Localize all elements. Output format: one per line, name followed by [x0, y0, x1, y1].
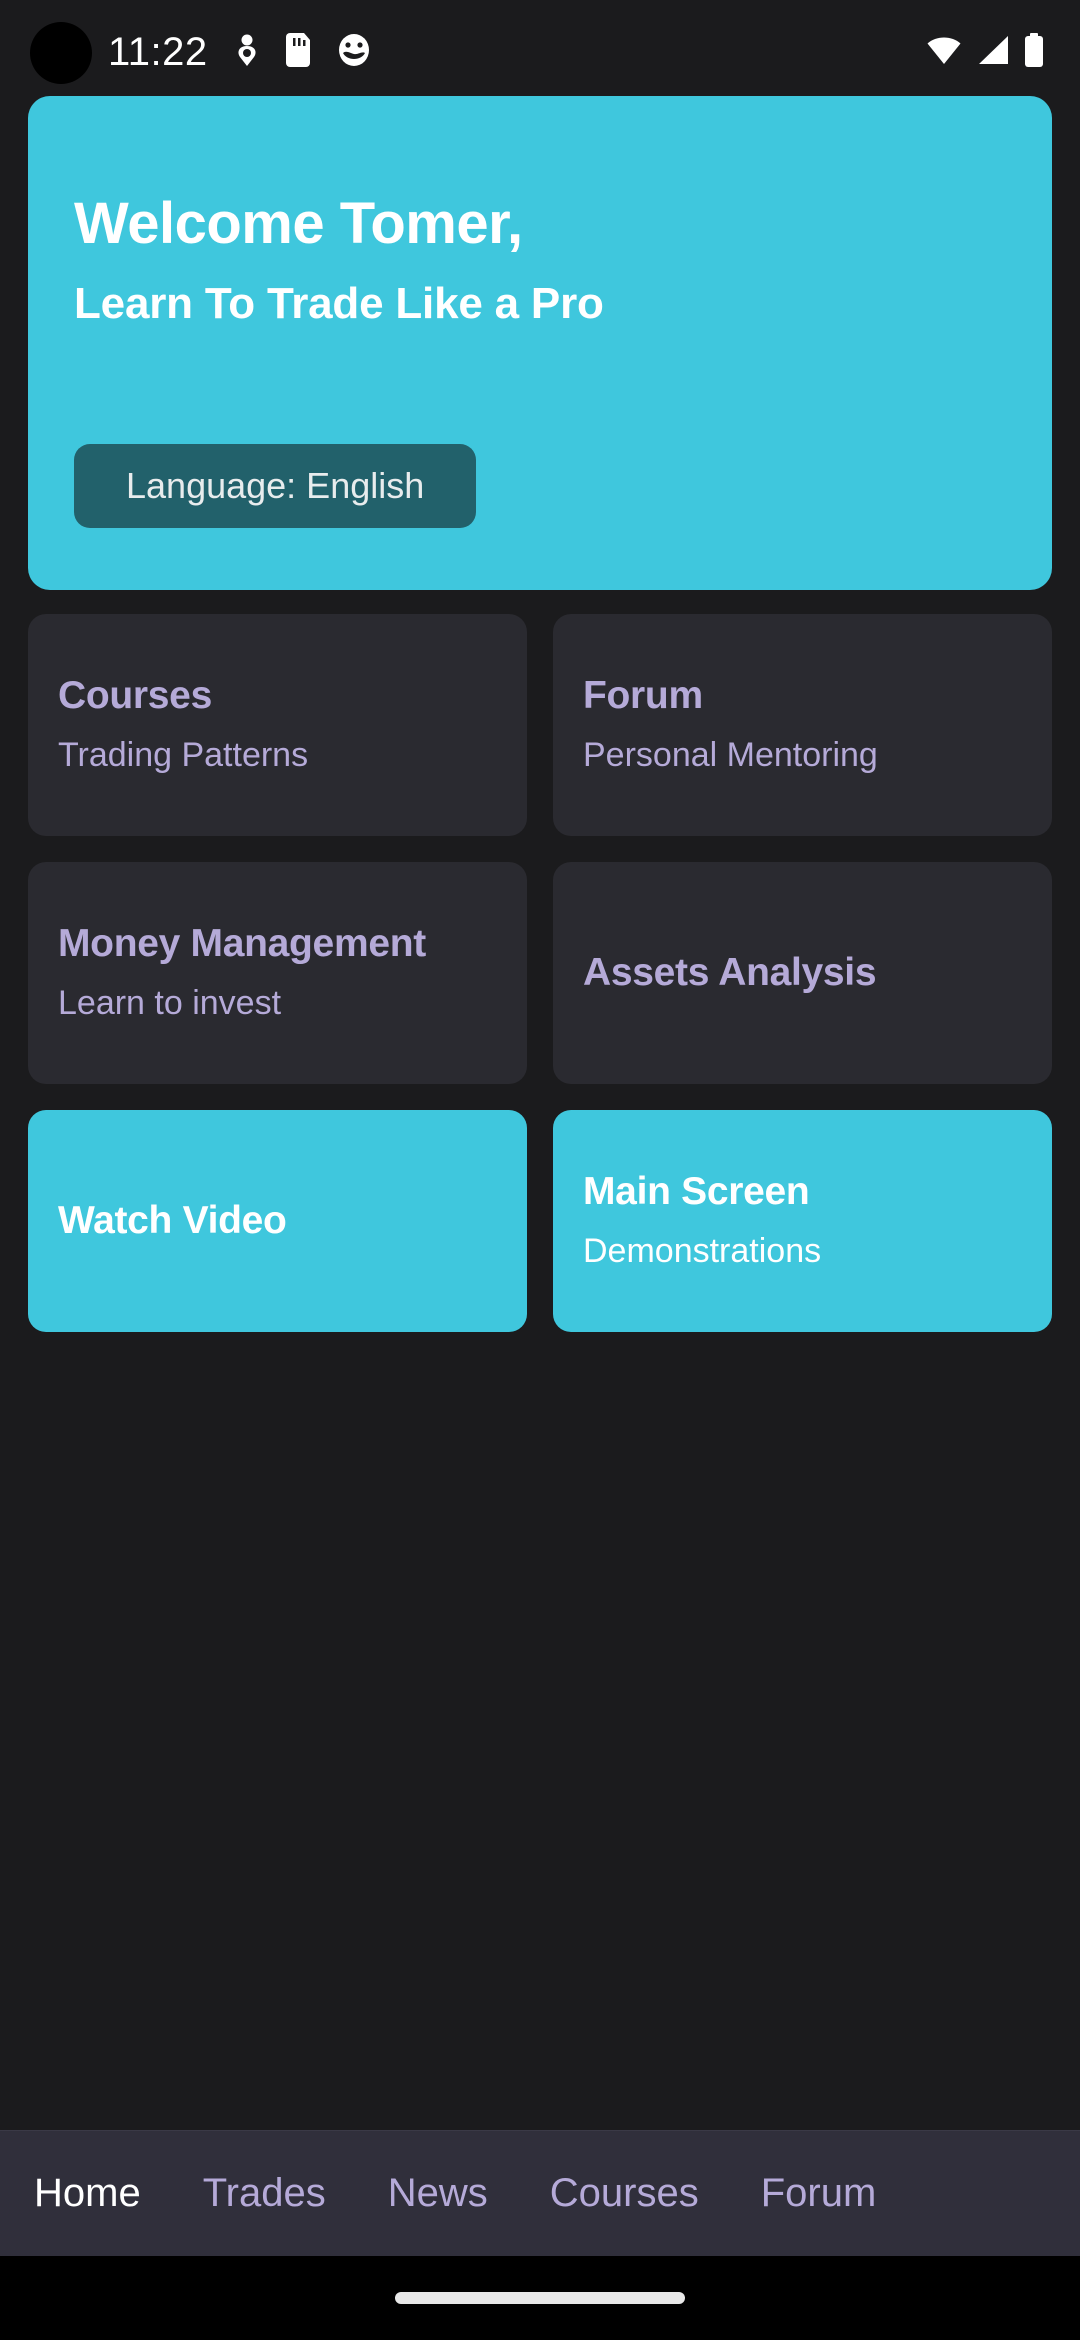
card-subtitle: Learn to invest	[58, 984, 282, 1023]
wifi-icon	[926, 35, 962, 70]
card-title: Forum	[583, 674, 703, 718]
sd-card-icon	[285, 32, 312, 72]
card-main-screen[interactable]: Main Screen Demonstrations	[553, 1110, 1052, 1332]
nav-item-news[interactable]: News	[388, 2171, 488, 2216]
nav-item-courses[interactable]: Courses	[550, 2171, 699, 2216]
card-assets-analysis[interactable]: Assets Analysis	[553, 862, 1052, 1084]
nav-item-home[interactable]: Home	[34, 2171, 141, 2216]
nav-item-trades[interactable]: Trades	[203, 2171, 326, 2216]
card-title: Watch Video	[58, 1198, 287, 1242]
language-button[interactable]: Language: English	[74, 444, 477, 528]
system-gesture-area	[0, 2256, 1080, 2340]
card-title: Assets Analysis	[583, 950, 877, 994]
card-subtitle: Demonstrations	[583, 1232, 822, 1271]
hero-subtitle: Learn To Trade Like a Pro	[74, 279, 604, 328]
card-courses[interactable]: Courses Trading Patterns	[28, 614, 527, 836]
status-bar-clock: 11:22	[108, 30, 208, 74]
card-money-management[interactable]: Money Management Learn to invest	[28, 862, 527, 1084]
status-bar: 11:22	[0, 0, 1080, 104]
welcome-hero-card: Welcome Tomer, Learn To Trade Like a Pro…	[28, 96, 1052, 590]
card-title: Main Screen	[583, 1170, 810, 1214]
hero-title: Welcome Tomer,	[74, 191, 523, 256]
emoji-face-icon	[338, 33, 370, 72]
feature-card-grid: Courses Trading Patterns Forum Personal …	[28, 614, 1052, 1332]
battery-icon	[1024, 32, 1044, 72]
cellular-signal-icon	[976, 35, 1010, 70]
app-screen: 11:22 Welcome Tomer, Learn To Trade Like…	[0, 0, 1080, 2340]
card-watch-video[interactable]: Watch Video	[28, 1110, 527, 1332]
card-subtitle: Trading Patterns	[58, 736, 309, 775]
card-forum[interactable]: Forum Personal Mentoring	[553, 614, 1052, 836]
card-title: Money Management	[58, 922, 426, 966]
status-bar-right	[926, 32, 1044, 72]
home-gesture-bar[interactable]	[395, 2292, 685, 2304]
camera-punch-hole	[30, 22, 92, 84]
person-pin-icon	[234, 33, 260, 72]
card-title: Courses	[58, 674, 212, 718]
nav-item-forum[interactable]: Forum	[761, 2171, 877, 2216]
status-bar-left: 11:22	[108, 32, 370, 72]
card-subtitle: Personal Mentoring	[583, 736, 878, 775]
bottom-navigation-bar: Home Trades News Courses Forum	[0, 2130, 1080, 2256]
